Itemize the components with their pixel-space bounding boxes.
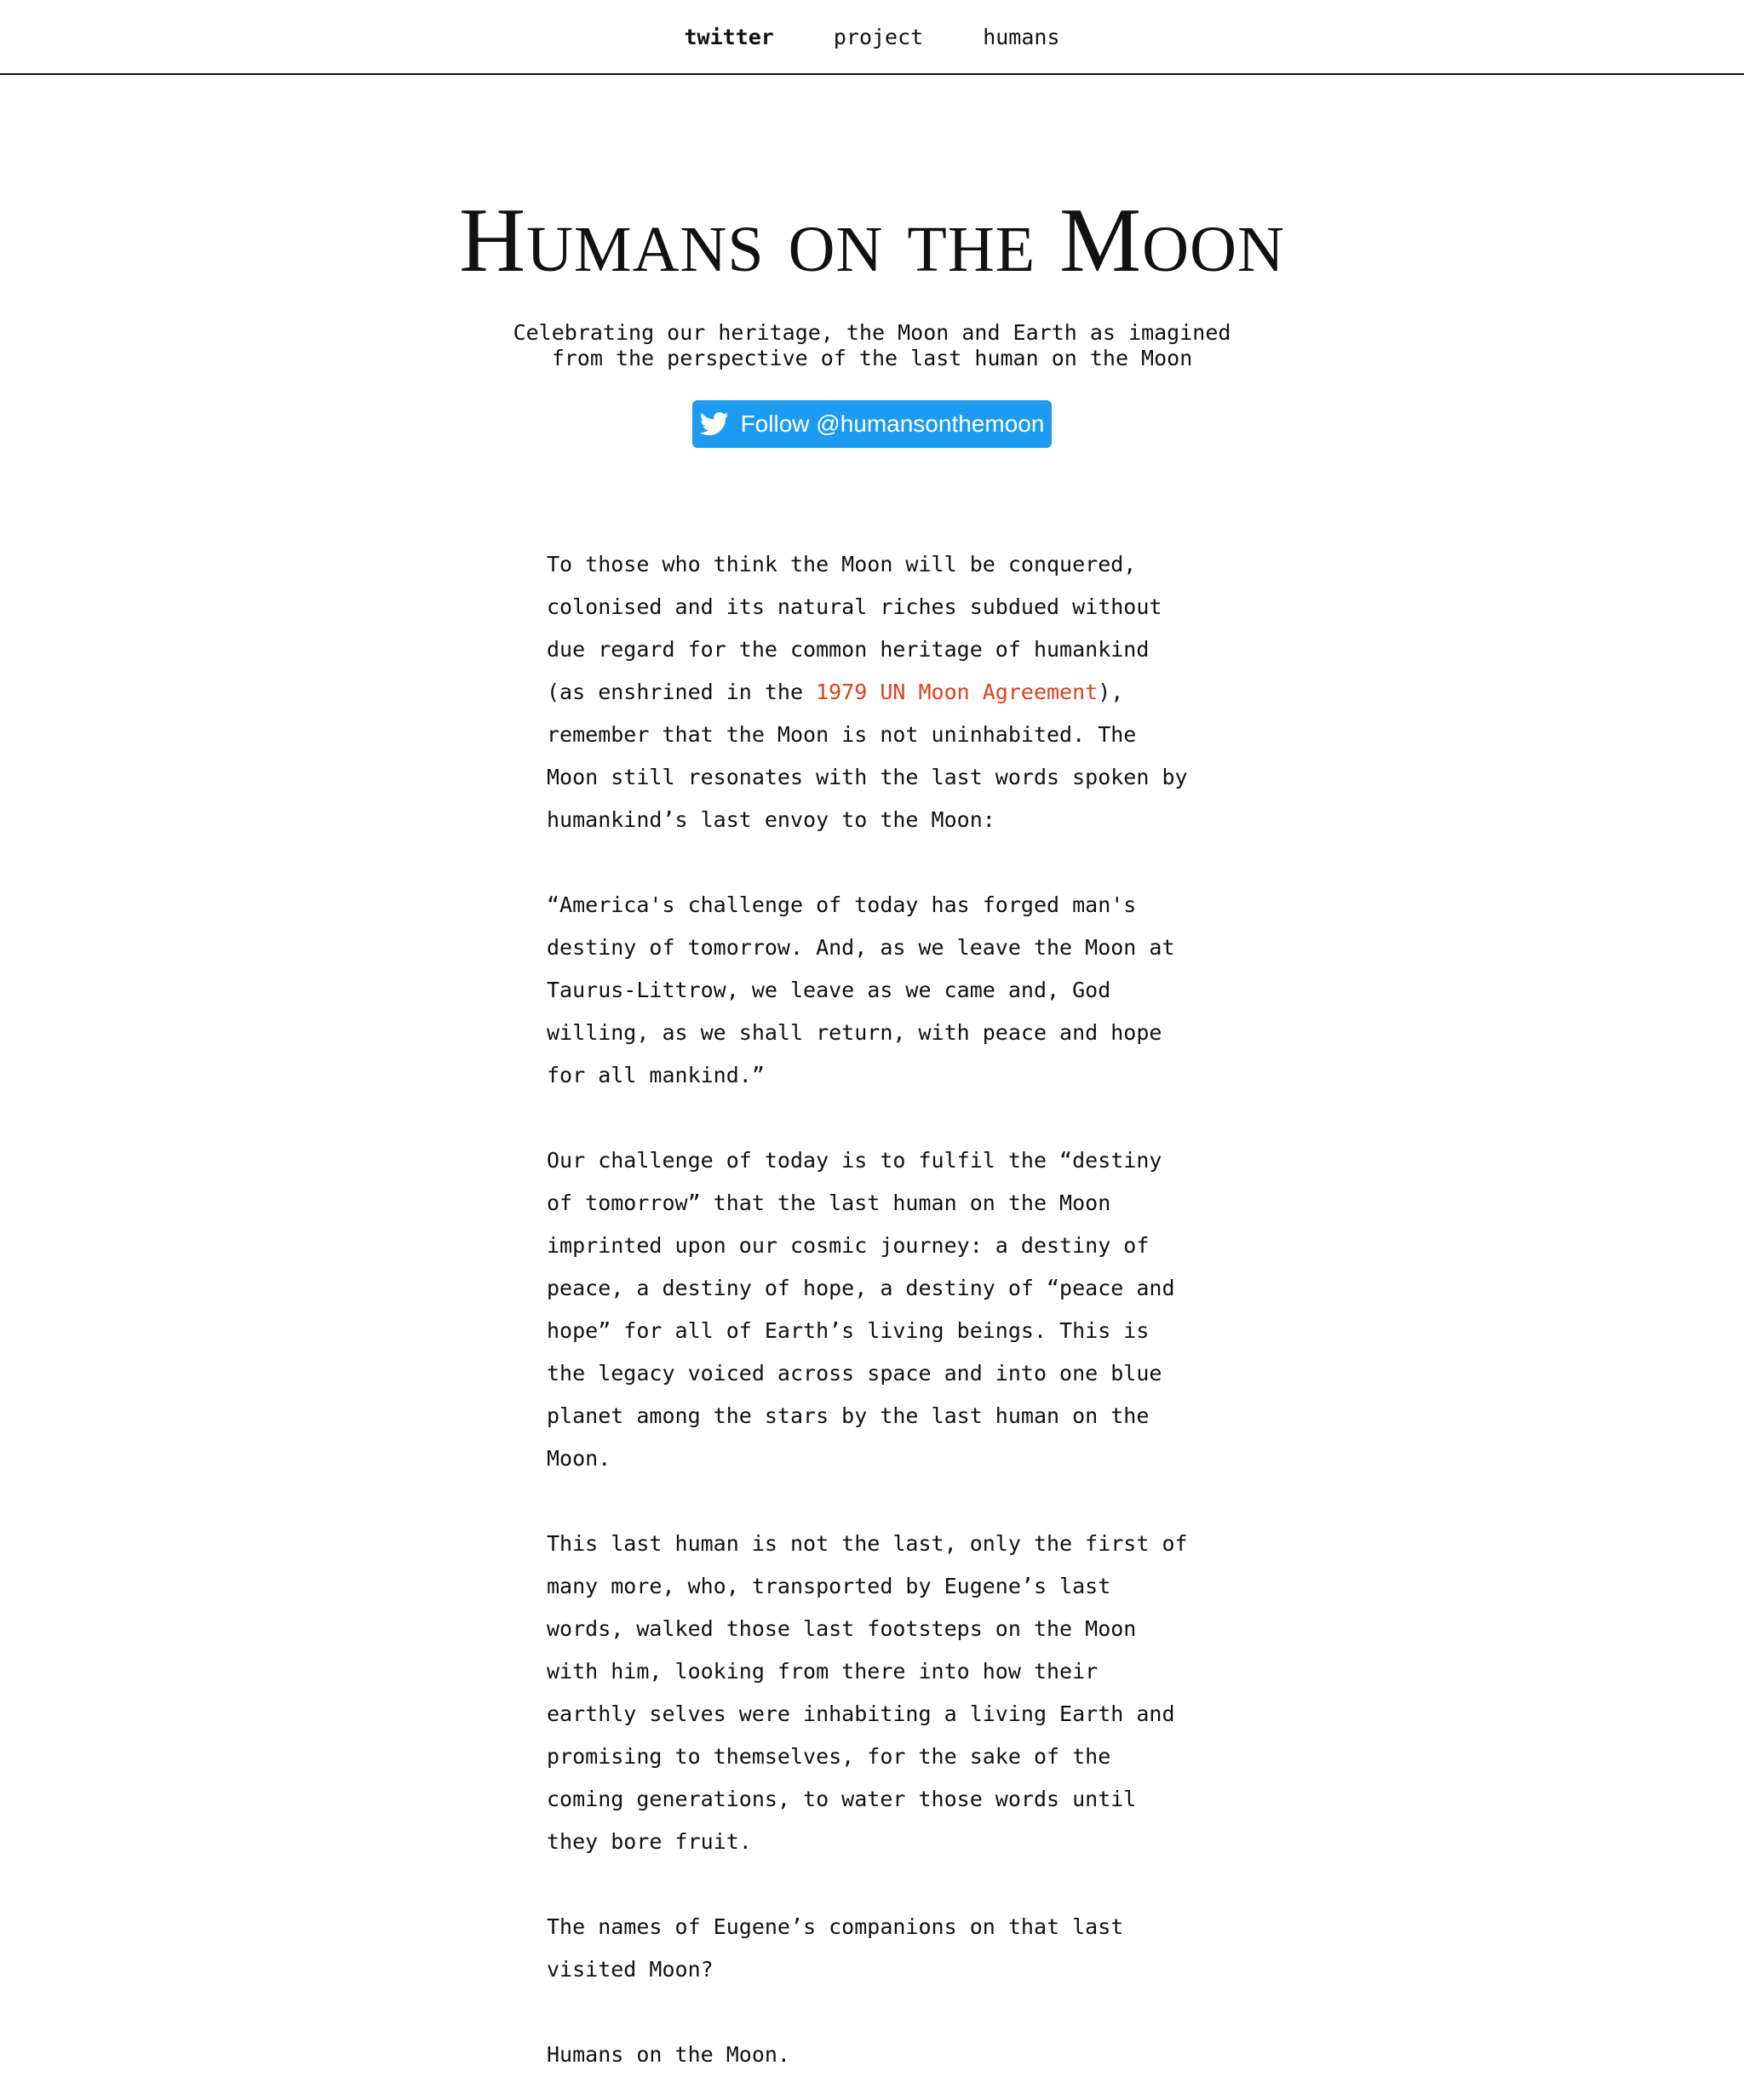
twitter-bird-icon: [699, 411, 729, 437]
nav-link-twitter[interactable]: twitter: [684, 25, 773, 49]
follow-button-label: Follow @humansonthemoon: [740, 410, 1045, 437]
manifesto-text: To those who think the Moon will be conq…: [547, 543, 1194, 2076]
tagline: Celebrating our heritage, the Moon and E…: [489, 320, 1255, 371]
closing-line: Humans on the Moon.: [547, 2042, 790, 2067]
hero-section: Humans on the Moon Celebrating our herit…: [0, 75, 1744, 448]
paragraph-1: To those who think the Moon will be conq…: [547, 543, 1194, 841]
follow-twitter-button[interactable]: Follow @humansonthemoon: [692, 400, 1052, 448]
paragraph-4: This last human is not the last, only th…: [547, 1531, 1188, 1854]
nav-link-project[interactable]: project: [834, 25, 923, 49]
un-moon-agreement-link[interactable]: 1979 UN Moon Agreement: [816, 680, 1098, 704]
tagline-line-2: from the perspective of the last human o…: [551, 346, 1193, 370]
nav-link-humans[interactable]: humans: [983, 25, 1059, 49]
paragraph-5: The names of Eugene’s companions on that…: [547, 1914, 1124, 1982]
tagline-line-1: Celebrating our heritage, the Moon and E…: [513, 320, 1231, 345]
page-title: Humans on the Moon: [459, 190, 1285, 291]
paragraph-3: Our challenge of today is to fulfil the …: [547, 1148, 1175, 1471]
top-navigation: twitter project humans: [0, 0, 1744, 75]
quote-paragraph: “America's challenge of today has forged…: [547, 892, 1175, 1087]
